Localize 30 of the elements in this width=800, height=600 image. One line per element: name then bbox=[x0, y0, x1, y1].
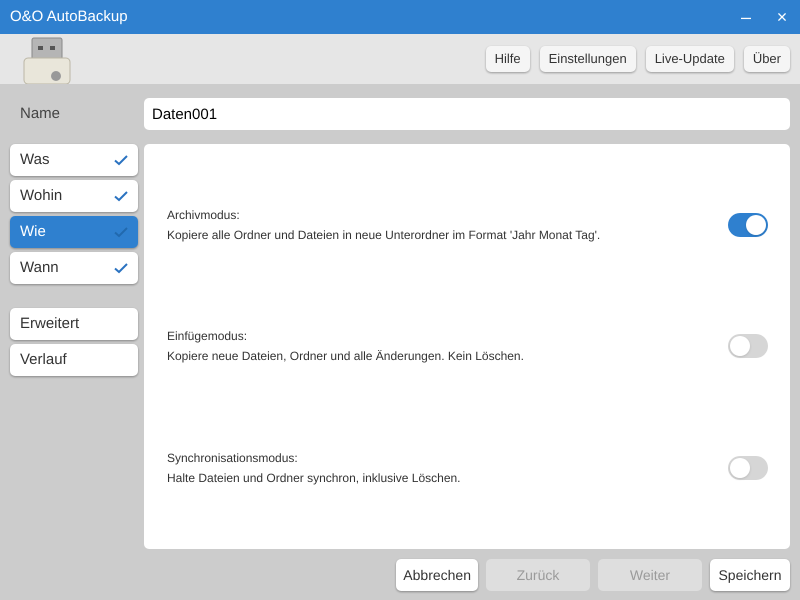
footer-button[interactable]: Abbrechen bbox=[396, 559, 478, 591]
toolbar-button[interactable]: Einstellungen bbox=[540, 46, 636, 72]
check-icon bbox=[114, 190, 128, 202]
toggle-switch[interactable] bbox=[728, 334, 768, 358]
nav-item[interactable]: Wann bbox=[10, 252, 138, 284]
name-field[interactable]: Daten001 bbox=[144, 98, 790, 130]
toolbar-button[interactable]: Hilfe bbox=[486, 46, 530, 72]
footer-button[interactable]: Speichern bbox=[710, 559, 790, 591]
toggle-switch[interactable] bbox=[728, 212, 768, 237]
nav-item[interactable]: Erweitert bbox=[10, 308, 138, 340]
toolbar-button[interactable]: Live-Update bbox=[646, 46, 734, 72]
mode-description: Kopiere neue Dateien, Ordner und alle Änderungen. Kein Löschen. bbox=[167, 348, 524, 366]
close-button[interactable]: × bbox=[764, 0, 800, 34]
check-icon bbox=[114, 262, 128, 274]
nav-item[interactable]: Wohin bbox=[10, 180, 138, 212]
nav-item[interactable]: Wie bbox=[10, 216, 138, 248]
mode-title: Synchronisationsmodus: bbox=[167, 450, 299, 468]
mode-description: Halte Dateien und Ordner synchron, inklusive Löschen. bbox=[167, 470, 460, 488]
window-title: O&O AutoBackup bbox=[10, 6, 128, 27]
minimize-button[interactable]: – bbox=[728, 0, 764, 34]
name-label: Name bbox=[19, 104, 62, 124]
check-icon bbox=[114, 226, 128, 238]
toggle-switch[interactable] bbox=[728, 456, 768, 480]
nav-item[interactable]: Was bbox=[10, 144, 138, 176]
mode-description: Kopiere alle Ordner und Dateien in neue Unterordner im Format 'Jahr Monat Tag'. bbox=[167, 226, 600, 244]
mode-title: Archivmodus: bbox=[167, 206, 241, 224]
mode-title: Einfügemodus: bbox=[167, 328, 248, 346]
check-icon bbox=[114, 154, 128, 166]
nav-item[interactable]: Verlauf bbox=[10, 344, 138, 376]
toolbar-button[interactable]: Über bbox=[744, 46, 790, 72]
